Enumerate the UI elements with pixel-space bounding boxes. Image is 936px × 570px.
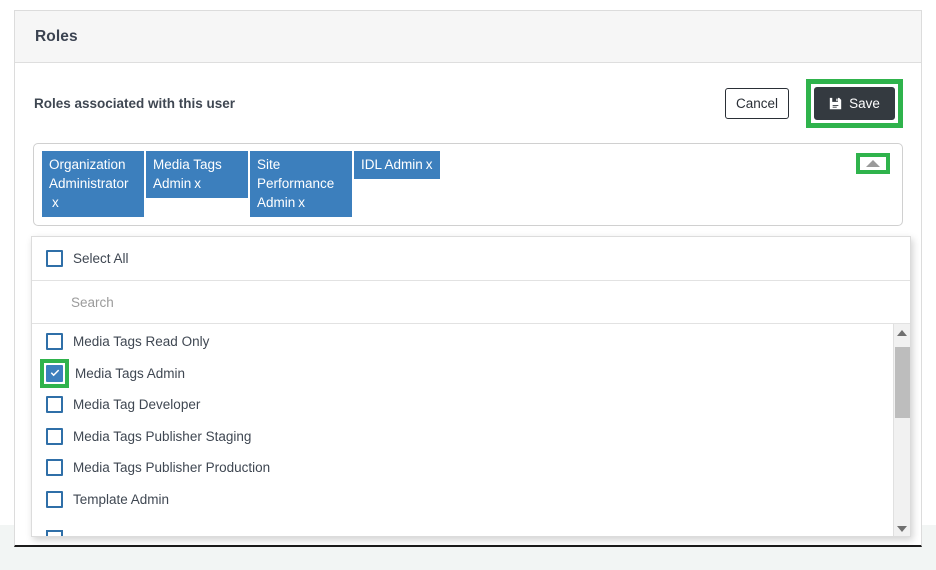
dropdown-toggle-highlight bbox=[856, 153, 890, 174]
scroll-up-arrow-icon[interactable] bbox=[894, 324, 910, 341]
list-item-label: Media Tag Developer bbox=[73, 397, 200, 412]
list-item-label: Media Tags Publisher Staging bbox=[73, 429, 251, 444]
role-tag-label: Media Tags Admin bbox=[153, 157, 222, 191]
roles-list-area: Media Tags Read Only Media Tags Admin Me… bbox=[32, 324, 910, 537]
list-item-label: Media Tags Admin bbox=[75, 366, 185, 381]
page-footer-strip bbox=[0, 549, 936, 570]
list-item[interactable]: Template Admin bbox=[32, 484, 910, 516]
role-tag-label: IDL Admin bbox=[361, 157, 423, 172]
role-tag[interactable]: Site Performance Adminx bbox=[250, 151, 352, 217]
cancel-button[interactable]: Cancel bbox=[725, 88, 789, 119]
list-item-label: Template Admin bbox=[73, 492, 169, 507]
list-item-label: Media Tags Publisher Production bbox=[73, 460, 270, 475]
role-checkbox[interactable] bbox=[46, 396, 63, 413]
list-item[interactable]: Media Tags Admin bbox=[32, 358, 910, 390]
role-tag-label: Organization Administrator bbox=[49, 157, 129, 191]
save-button[interactable]: Save bbox=[814, 87, 895, 120]
role-tag[interactable]: IDL Adminx bbox=[354, 151, 440, 179]
role-tag[interactable]: Media Tags Adminx bbox=[146, 151, 248, 198]
scroll-down-arrow-icon[interactable] bbox=[894, 520, 910, 537]
list-item[interactable]: Media Tags Read Only bbox=[32, 326, 910, 358]
page-title: Roles bbox=[35, 28, 78, 46]
selected-role-tag-list: Organization Administrator x Media Tags A… bbox=[42, 151, 742, 217]
select-all-checkbox[interactable] bbox=[46, 250, 63, 267]
checked-role-highlight bbox=[40, 359, 69, 388]
role-tag-remove-icon[interactable]: x bbox=[426, 157, 433, 172]
search-row[interactable] bbox=[32, 281, 910, 324]
list-item-label: Media Tags Read Only bbox=[73, 334, 209, 349]
role-tag-label: Site Performance Admin bbox=[257, 157, 334, 210]
role-checkbox[interactable] bbox=[46, 491, 63, 508]
scrollbar-thumb[interactable] bbox=[895, 347, 910, 418]
action-button-group: Cancel Save bbox=[725, 79, 903, 128]
screenshot-root: Roles Roles associated with this user Ca… bbox=[0, 0, 936, 570]
roles-list-scrollbar[interactable] bbox=[893, 324, 910, 537]
role-checkbox[interactable] bbox=[46, 428, 63, 445]
search-input[interactable] bbox=[46, 294, 867, 311]
roles-list: Media Tags Read Only Media Tags Admin Me… bbox=[32, 324, 910, 515]
list-item[interactable]: Media Tags Publisher Production bbox=[32, 452, 910, 484]
role-tag[interactable]: Organization Administrator x bbox=[42, 151, 144, 217]
select-all-row[interactable]: Select All bbox=[32, 237, 910, 281]
toolbar-row: Roles associated with this user Cancel bbox=[33, 63, 903, 143]
card-body: Roles associated with this user Cancel bbox=[15, 63, 921, 226]
list-item[interactable]: Media Tag Developer bbox=[32, 389, 910, 421]
save-button-label: Save bbox=[849, 96, 880, 111]
save-button-highlight: Save bbox=[806, 79, 903, 128]
role-checkbox[interactable] bbox=[46, 365, 63, 382]
partially-visible-checkbox[interactable] bbox=[46, 530, 63, 537]
selected-roles-field[interactable]: Organization Administrator x Media Tags A… bbox=[33, 143, 903, 226]
role-tag-remove-icon[interactable]: x bbox=[52, 195, 59, 210]
floppy-save-icon bbox=[829, 97, 842, 110]
scrollbar-track[interactable] bbox=[894, 341, 910, 520]
role-tag-remove-icon[interactable]: x bbox=[194, 176, 201, 191]
select-all-label: Select All bbox=[73, 251, 129, 266]
caret-up-icon[interactable] bbox=[866, 160, 880, 167]
role-tag-remove-icon[interactable]: x bbox=[298, 195, 305, 210]
card-header: Roles bbox=[15, 11, 921, 63]
list-item[interactable]: Media Tags Publisher Staging bbox=[32, 421, 910, 453]
roles-subtitle: Roles associated with this user bbox=[33, 96, 235, 111]
roles-dropdown-panel: Select All Media Tags Read Only bbox=[31, 236, 911, 537]
role-checkbox[interactable] bbox=[46, 333, 63, 350]
role-checkbox[interactable] bbox=[46, 459, 63, 476]
